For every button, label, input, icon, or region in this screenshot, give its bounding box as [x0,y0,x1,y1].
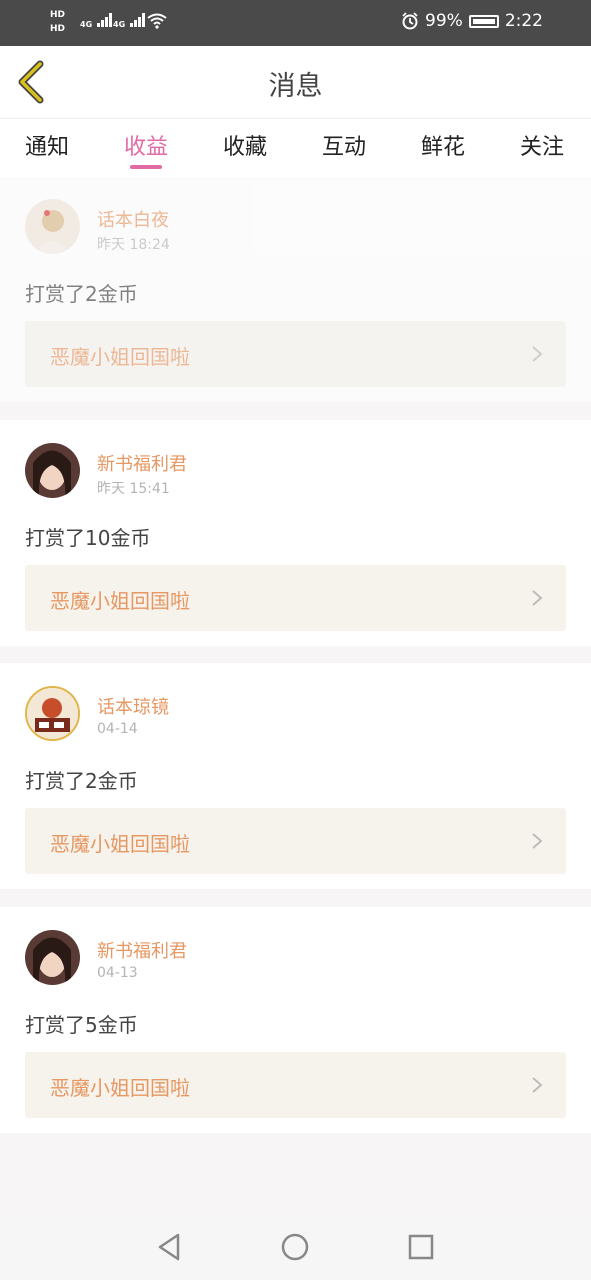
chevron-right-icon [532,1077,543,1093]
status-right: 99% 2:22 [401,11,543,31]
book-link[interactable]: 恶魔小姐回国啦 [25,1052,566,1118]
avatar[interactable] [25,686,80,741]
message-time: 04-13 [97,965,138,981]
message-time: 昨天 15:41 [97,481,170,497]
book-title: 恶魔小姐回国啦 [50,345,190,369]
back-triangle-icon[interactable] [156,1232,182,1262]
wifi-icon [147,13,167,29]
message-action: 打赏了2金币 [25,282,138,306]
tab-notifications[interactable]: 通知 [7,129,87,161]
sender-name[interactable]: 新书福利君 [97,937,187,963]
book-link[interactable]: 恶魔小姐回国啦 [25,808,566,874]
avatar[interactable] [25,199,80,254]
home-circle-icon[interactable] [281,1232,309,1262]
book-link[interactable]: 恶魔小姐回国啦 [25,321,566,387]
message-time: 04-14 [97,721,138,737]
tab-bar: 通知 收益 收藏 互动 鲜花 关注 [0,118,591,177]
message-card: 新书福利君 昨天 15:41 打赏了10金币 恶魔小姐回国啦 [0,420,591,646]
chevron-right-icon [532,346,543,362]
page-title: 消息 [268,71,323,102]
message-action: 打赏了10金币 [25,526,151,550]
message-card: 话本琼镜 04-14 打赏了2金币 恶魔小姐回国啦 [0,663,591,889]
book-title: 恶魔小姐回国啦 [50,1076,190,1100]
tab-flowers[interactable]: 鲜花 [403,129,483,161]
network-indicators: HD HD [50,10,66,34]
chevron-right-icon [532,833,543,849]
system-nav-bar [0,1216,591,1280]
book-title: 恶魔小姐回国啦 [50,832,190,856]
message-action: 打赏了2金币 [25,769,138,793]
message-card: 话本白夜 昨天 18:24 打赏了2金币 恶魔小姐回国啦 [0,176,591,402]
sender-name[interactable]: 新书福利君 [97,450,187,476]
book-link[interactable]: 恶魔小姐回国啦 [25,565,566,631]
tab-favorites[interactable]: 收藏 [205,129,285,161]
message-time: 昨天 18:24 [97,237,170,253]
recents-square-icon[interactable] [407,1232,435,1262]
avatar[interactable] [25,443,80,498]
sender-name[interactable]: 话本琼镜 [97,693,169,719]
clock: 2:22 [504,11,543,31]
avatar[interactable] [25,930,80,985]
alarm-icon [402,12,418,30]
chevron-right-icon [532,590,543,606]
status-bar: HD HD 4G 4G 99% 2:22 [0,0,591,46]
message-action: 打赏了5金币 [25,1013,138,1037]
tab-follows[interactable]: 关注 [502,129,582,161]
battery-icon [468,14,499,28]
header: 消息 [0,46,591,118]
battery-percent: 99% [425,11,463,31]
tab-interactions[interactable]: 互动 [304,129,384,161]
book-title: 恶魔小姐回国啦 [50,589,190,613]
signal-icon: 4G [80,12,113,31]
signal-icon-2: 4G [113,12,146,31]
message-card: 新书福利君 04-13 打赏了5金币 恶魔小姐回国啦 [0,907,591,1133]
active-tab-indicator [130,165,162,169]
sender-name[interactable]: 话本白夜 [97,206,169,232]
tab-earnings[interactable]: 收益 [106,129,186,161]
